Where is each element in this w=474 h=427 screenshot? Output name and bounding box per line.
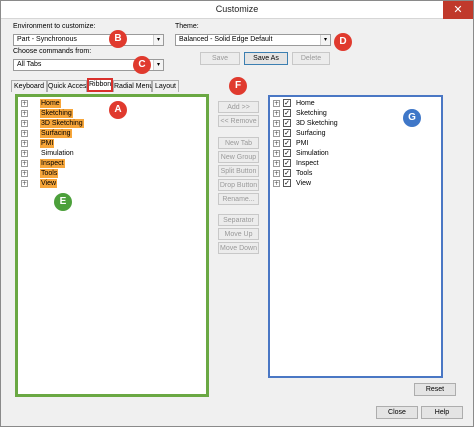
new-group-button[interactable]: New Group <box>218 151 259 163</box>
close-button[interactable]: Close <box>376 406 418 419</box>
environment-combo[interactable]: Part - Synchronous ▾ <box>13 34 164 46</box>
title-bar: Customize ✕ <box>1 1 473 19</box>
right-tree-label: Simulation <box>296 150 329 157</box>
right-tree-label: View <box>296 180 312 187</box>
left-tree-label: Home <box>40 99 61 108</box>
left-tree-label: Simulation <box>41 150 74 157</box>
window-close-icon[interactable]: ✕ <box>443 1 473 19</box>
expand-icon[interactable]: + <box>21 140 28 147</box>
expand-icon[interactable]: + <box>273 100 280 107</box>
marker-f: F <box>229 77 247 95</box>
theme-label: Theme: <box>175 23 199 30</box>
checkbox-icon[interactable]: ✓ <box>283 179 291 187</box>
theme-value: Balanced - Solid Edge Default <box>179 36 273 43</box>
help-button[interactable]: Help <box>421 406 463 419</box>
expand-icon[interactable]: + <box>273 180 280 187</box>
marker-g: G <box>403 109 421 127</box>
commands-from-dropdown-icon[interactable]: ▾ <box>153 60 163 70</box>
left-tree-label: Inspect <box>40 159 65 168</box>
environment-value: Part - Synchronous <box>17 36 77 43</box>
move-up-button[interactable]: Move Up <box>218 228 259 240</box>
left-tree-label: 3D Sketching <box>40 119 84 128</box>
checkbox-icon[interactable]: ✓ <box>283 159 291 167</box>
expand-icon[interactable]: + <box>21 100 28 107</box>
save-theme-button[interactable]: Save <box>200 52 240 65</box>
tab-radial-menu[interactable]: Radial Menu <box>113 80 153 92</box>
expand-icon[interactable]: + <box>273 150 280 157</box>
marker-d: D <box>334 33 352 51</box>
delete-theme-button[interactable]: Delete <box>292 52 330 65</box>
move-down-button[interactable]: Move Down <box>218 242 259 254</box>
remove-button[interactable]: << Remove <box>218 115 259 127</box>
expand-icon[interactable]: + <box>273 160 280 167</box>
left-tree-label: PMI <box>40 139 55 148</box>
rename-button[interactable]: Rename... <box>218 193 259 205</box>
theme-dropdown-icon[interactable]: ▾ <box>320 35 330 45</box>
checkbox-icon[interactable]: ✓ <box>283 169 291 177</box>
separator-button[interactable]: Separator <box>218 214 259 226</box>
expand-icon[interactable]: + <box>21 160 28 167</box>
left-tree-label: View <box>40 179 58 188</box>
available-commands-tree[interactable]: + Home + Sketching +3D Sketching + Surfacin… <box>15 94 209 397</box>
marker-b: B <box>109 30 127 48</box>
expand-icon[interactable]: + <box>21 170 28 177</box>
left-tree-label: Surfacing <box>40 129 72 138</box>
checkbox-icon[interactable]: ✓ <box>283 99 291 107</box>
checkbox-icon[interactable]: ✓ <box>283 119 291 127</box>
checkbox-icon[interactable]: ✓ <box>283 139 291 147</box>
new-tab-button[interactable]: New Tab <box>218 137 259 149</box>
expand-icon[interactable]: + <box>273 170 280 177</box>
expand-icon[interactable]: + <box>21 130 28 137</box>
tab-quick-access[interactable]: Quick Access <box>47 80 90 92</box>
tab-ribbon[interactable]: Ribbon <box>87 78 113 92</box>
tab-keyboard[interactable]: Keyboard <box>11 80 47 92</box>
marker-c: C <box>133 56 151 74</box>
expand-icon[interactable]: + <box>273 110 280 117</box>
expand-icon[interactable]: + <box>21 150 28 157</box>
left-tree-label: Tools <box>40 169 59 178</box>
add-button[interactable]: Add >> <box>218 101 259 113</box>
left-tree-label: Sketching <box>40 109 73 118</box>
environment-dropdown-icon[interactable]: ▾ <box>153 35 163 45</box>
right-tree-label: PMI <box>296 140 309 147</box>
save-as-theme-button[interactable]: Save As <box>244 52 288 65</box>
drop-button-button[interactable]: Drop Button <box>218 179 259 191</box>
checkbox-icon[interactable]: ✓ <box>283 129 291 137</box>
expand-icon[interactable]: + <box>21 180 28 187</box>
right-tree-label: Home <box>296 100 315 107</box>
right-tree-label: Surfacing <box>296 130 326 137</box>
expand-icon[interactable]: + <box>273 120 280 127</box>
ribbon-tabs-tree[interactable]: + ✓ Home + ✓ Sketching + ✓ 3D Sketching + ✓ Surf… <box>268 95 443 378</box>
tab-layout[interactable]: Layout <box>152 80 179 92</box>
checkbox-icon[interactable]: ✓ <box>283 109 291 117</box>
customize-dialog: Customize ✕ Environment to customize: Pa… <box>0 0 474 427</box>
expand-icon[interactable]: + <box>21 110 28 117</box>
theme-combo[interactable]: Balanced - Solid Edge Default ▾ <box>175 34 331 46</box>
right-tree-label: Tools <box>296 170 313 177</box>
split-button-button[interactable]: Split Button <box>218 165 259 177</box>
reset-button[interactable]: Reset <box>414 383 456 396</box>
window-title: Customize <box>215 4 259 14</box>
expand-icon[interactable]: + <box>273 140 280 147</box>
marker-a: A <box>109 101 127 119</box>
right-tree-label: Inspect <box>296 160 319 167</box>
right-tree-label: Sketching <box>296 110 327 117</box>
expand-icon[interactable]: + <box>273 130 280 137</box>
close-x-glyph: ✕ <box>453 3 463 16</box>
marker-e: E <box>54 193 72 211</box>
commands-from-label: Choose commands from: <box>13 48 92 55</box>
checkbox-icon[interactable]: ✓ <box>283 149 291 157</box>
environment-label: Environment to customize: <box>13 23 96 30</box>
commands-from-value: All Tabs <box>17 61 42 68</box>
right-tree-label: 3D Sketching <box>296 120 338 127</box>
expand-icon[interactable]: + <box>21 120 28 127</box>
